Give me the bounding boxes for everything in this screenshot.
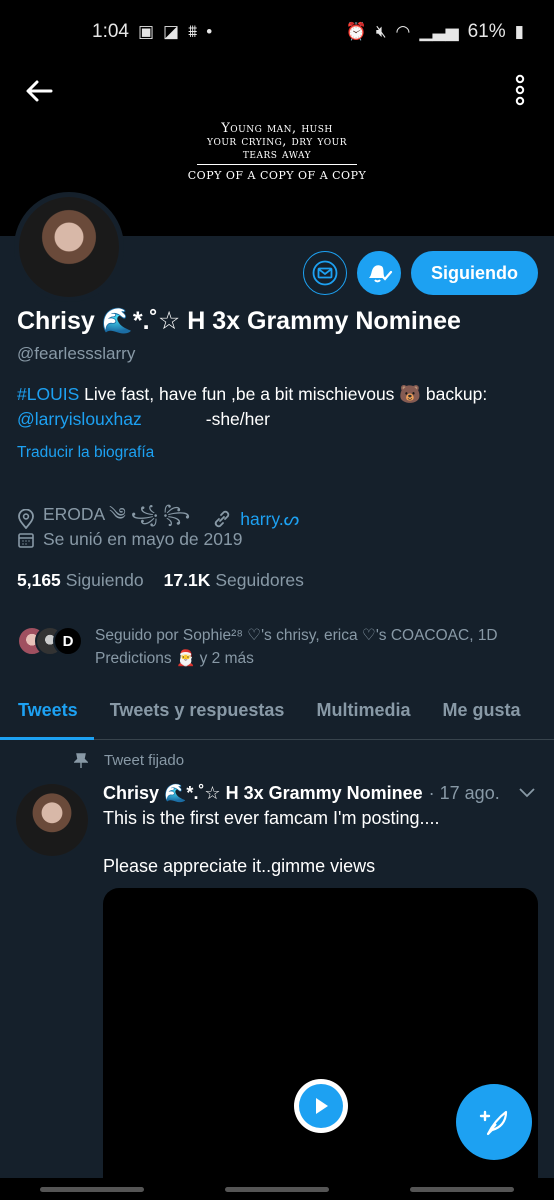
followers-label: Seguidores <box>215 570 304 590</box>
tweet-author-avatar[interactable] <box>16 784 88 856</box>
more-vertical-icon <box>515 74 525 106</box>
followers-count[interactable]: 17.1K Seguidores <box>164 570 304 591</box>
tweet-menu-button[interactable] <box>518 786 536 804</box>
pin-icon <box>74 752 88 768</box>
system-nav-bar <box>0 1178 554 1200</box>
follow-counts: 5,165 Siguiendo 17.1K Seguidores <box>17 570 304 591</box>
notifications-button[interactable] <box>357 251 401 295</box>
following-count[interactable]: 5,165 Siguiendo <box>17 570 144 591</box>
message-button[interactable] <box>303 251 347 295</box>
tab-media[interactable]: Multimedia <box>300 682 426 739</box>
banner-text: Young man, hush your crying, dry your te… <box>0 122 554 182</box>
nav-recent[interactable] <box>40 1186 145 1192</box>
link-icon <box>215 510 230 528</box>
alarm-icon: ⏰ <box>345 22 367 41</box>
pinned-indicator: Tweet fijado <box>74 752 184 769</box>
play-circle <box>299 1084 343 1128</box>
tab-tweets[interactable]: Tweets <box>0 682 94 740</box>
back-button[interactable] <box>22 74 56 108</box>
profile-handle: @fearlessslarry <box>17 344 136 363</box>
signal-icon: ▁▃▅ <box>419 22 459 41</box>
bio-hashtag[interactable]: #LOUIS <box>17 384 79 404</box>
mute-icon: 🔇︎ <box>375 22 387 41</box>
follower-avatar: D <box>53 626 83 656</box>
bio-text: Live fast, have fun ,be a bit mischievou… <box>79 384 488 404</box>
profile-avatar[interactable] <box>14 192 124 302</box>
avatar-image <box>16 784 88 856</box>
tweet-author-name[interactable]: Chrisy 🌊*.˚☆ H 3x Grammy Nominee <box>103 783 423 804</box>
avatar-image <box>19 197 119 297</box>
profile-bio: #LOUIS Live fast, have fun ,be a bit mis… <box>17 382 537 432</box>
gallery-icon: ▣ <box>137 22 155 41</box>
bell-check-icon <box>369 265 393 283</box>
battery-level: 61% <box>467 21 506 42</box>
tweet-text-line: Please appreciate it..gimme views <box>103 856 376 876</box>
followed-by[interactable]: D Seguido por Sophie²⁸ ♡'s chrisy, erica… <box>17 624 535 670</box>
follower-avatars: D <box>17 624 83 658</box>
tweet-body: This is the first ever famcam I'm postin… <box>103 806 533 878</box>
app-icon: ⩩ <box>188 22 198 41</box>
following-number: 5,165 <box>17 570 61 590</box>
bio-mention[interactable]: @larryislouxhaz <box>17 409 142 429</box>
status-time: 1:04 <box>92 21 129 42</box>
tab-likes[interactable]: Me gusta <box>426 682 536 739</box>
compose-tweet-button[interactable] <box>456 1084 532 1160</box>
profile-tabs: Tweets Tweets y respuestas Multimedia Me… <box>0 682 554 740</box>
tweet-text-line: This is the first ever famcam I'm postin… <box>103 808 440 828</box>
banner-divider <box>197 164 357 165</box>
status-bar: 1:04 ▣ ◪ ⩩ • ⏰ 🔇︎ ◠ ▁▃▅ 61% ▮ <box>0 0 554 64</box>
followed-by-text: Seguido por Sophie²⁸ ♡'s chrisy, erica ♡… <box>95 627 498 667</box>
battery-icon: ▮ <box>514 22 524 41</box>
translate-bio-link[interactable]: Traducir la biografía <box>17 444 154 462</box>
banner-tagline: COPY OF A COPY OF A COPY <box>187 169 367 182</box>
nav-back[interactable] <box>409 1186 514 1192</box>
following-label: Siguiendo <box>65 570 144 590</box>
profile-joined-row: Se unió en mayo de 2019 <box>17 529 242 550</box>
tweet-date: · 17 ago. <box>428 783 500 803</box>
envelope-icon <box>312 260 338 286</box>
dot-icon: • <box>206 22 213 41</box>
nav-home[interactable] <box>224 1186 329 1192</box>
more-options-button[interactable] <box>508 72 532 108</box>
pinned-label: Tweet fijado <box>104 752 185 769</box>
chevron-down-icon <box>519 788 535 798</box>
play-button[interactable] <box>294 1079 348 1133</box>
tab-tweets-and-replies[interactable]: Tweets y respuestas <box>94 682 301 739</box>
profile-actions: Siguiendo <box>303 251 538 295</box>
arrow-left-icon <box>26 80 53 102</box>
profile-link[interactable]: harry.ᔕ <box>240 509 299 530</box>
location-pin-icon <box>18 509 34 529</box>
feather-plus-icon <box>479 1110 508 1136</box>
tweet-header: Chrisy 🌊*.˚☆ H 3x Grammy Nominee · 17 ag… <box>103 783 500 804</box>
play-icon <box>316 1098 328 1114</box>
calendar-icon <box>18 532 34 548</box>
notification-icon: ◪ <box>163 22 180 41</box>
banner-line: tears away <box>242 147 312 162</box>
profile-joined-date: Se unió en mayo de 2019 <box>43 529 243 549</box>
wifi-icon: ◠ <box>395 22 411 41</box>
followers-number: 17.1K <box>163 570 211 590</box>
bio-pronouns: -she/her <box>205 409 270 429</box>
following-button[interactable]: Siguiendo <box>411 251 538 295</box>
profile-name: Chrisy 🌊*.˚☆ H 3x Grammy Nominee <box>17 307 461 335</box>
